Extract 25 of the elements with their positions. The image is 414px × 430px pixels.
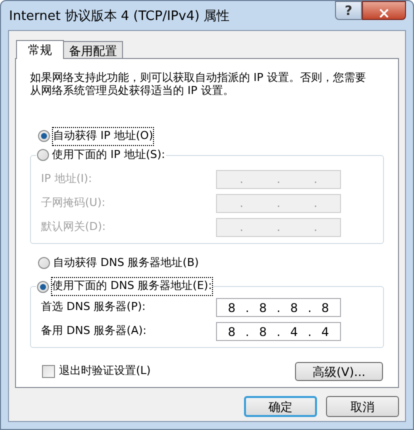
field-label: 备用 DNS 服务器(A):: [41, 323, 146, 340]
radio-button[interactable]: [37, 149, 49, 161]
ip-address-field[interactable]: 8 . 8 . 8 . 8: [216, 298, 341, 317]
radio-label[interactable]: 使用下面的 IP 地址(S):: [52, 146, 166, 164]
radio-label[interactable]: 自动获得 DNS 服务器地址(B): [53, 254, 199, 271]
ok-button[interactable]: 确定: [244, 396, 317, 417]
help-button[interactable]: ?: [335, 1, 362, 20]
radio-button[interactable]: [37, 280, 49, 292]
advanced-button[interactable]: 高级(V)...: [295, 362, 383, 381]
description-text: 如果网络支持此功能，则可以获取自动指派的 IP 设置。否则，您需要从网络系统管理员处获得适当的 IP 设置。: [30, 71, 367, 97]
radio-button[interactable]: [38, 256, 50, 269]
field-label: IP 地址(I):: [41, 170, 92, 187]
checkbox-label[interactable]: 退出时验证设置(L): [59, 363, 151, 380]
cancel-button[interactable]: 取消: [326, 396, 399, 417]
window-title: Internet 协议版本 4 (TCP/IPv4) 属性: [9, 8, 230, 26]
field-label: 默认网关(D):: [41, 218, 106, 235]
tab[interactable]: 常规: [16, 40, 64, 59]
close-button[interactable]: ×: [362, 1, 406, 20]
radio-button[interactable]: [38, 130, 50, 142]
field-label: 子网掩码(U):: [41, 194, 106, 211]
checkbox[interactable]: [42, 365, 55, 378]
ip-address-field[interactable]: 8 . 8 . 4 . 4: [216, 322, 341, 341]
field-label: 首选 DNS 服务器(P):: [41, 299, 146, 316]
radio-label[interactable]: 自动获得 IP 地址(O): [53, 128, 154, 144]
tab[interactable]: 备用配置: [63, 41, 123, 58]
